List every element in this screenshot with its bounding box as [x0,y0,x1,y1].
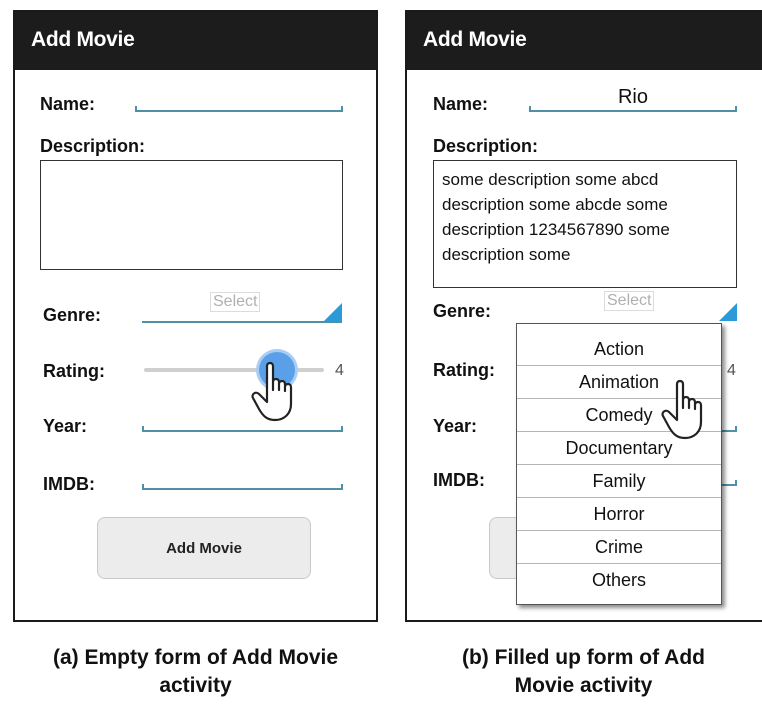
genre-label: Genre: [43,305,102,325]
name-label: Name: [40,94,96,114]
caption-b: (b) Filled up form of Add Movie activity [405,644,762,700]
title-bar: Add Movie [15,12,376,70]
rating-label: Rating: [43,361,105,381]
year-label: Year: [433,416,478,436]
description-line: description 1234567890 some [442,220,670,239]
screen-title: Add Movie [423,28,527,51]
imdb-label: IMDB: [43,474,95,494]
rating-label: Rating: [433,360,495,380]
rating-value: 4 [335,362,344,379]
add-movie-button[interactable]: Add Movie [97,517,311,579]
add-movie-button-label: Add Movie [166,540,242,557]
hand-pointer-icon [661,379,703,440]
description-label: Description: [40,136,146,156]
name-input[interactable] [135,106,343,112]
year-label: Year: [43,416,88,436]
genre-select-placeholder: Select [210,292,261,312]
title-bar: Add Movie [407,12,762,70]
genre-option-action[interactable]: Action [517,333,721,366]
description-line: description some abcde some [442,195,668,214]
genre-label: Genre: [433,301,492,321]
description-value: some description some abcd description s… [442,167,732,267]
caption-b-line1: (b) Filled up form of Add [461,646,705,669]
dropdown-triangle-icon[interactable] [719,303,737,321]
caption-a-line2: activity [159,674,232,697]
description-label: Description: [433,136,539,156]
screen-empty-form: Add Movie Name: Description: Genre: Sele… [13,10,378,622]
description-line: some description some abcd [442,170,659,189]
year-input[interactable] [142,426,343,432]
name-input[interactable] [529,106,737,112]
description-input[interactable]: some description some abcd description s… [433,160,737,288]
rating-value: 4 [727,362,736,379]
description-line: description some [442,245,571,264]
dropdown-triangle-icon[interactable] [324,303,342,321]
imdb-label: IMDB: [433,470,485,490]
genre-select-underline [142,321,342,323]
genre-option-horror[interactable]: Horror [517,498,721,531]
genre-option-others[interactable]: Others [517,564,721,596]
caption-a: (a) Empty form of Add Movie activity [13,644,378,700]
caption-a-line1: (a) Empty form of Add Movie [52,646,339,669]
genre-select-placeholder: Select [604,291,655,311]
hand-pointer-icon [251,361,293,422]
screen-title: Add Movie [31,28,135,51]
genre-option-family[interactable]: Family [517,465,721,498]
name-label: Name: [433,94,489,114]
genre-dropdown-list: Action Animation Comedy Documentary Fami… [516,323,722,605]
imdb-input[interactable] [142,484,343,490]
screen-filled-form: Add Movie Name: Rio Description: some de… [405,10,762,622]
caption-b-line2: Movie activity [514,674,653,697]
description-input[interactable] [40,160,343,270]
genre-option-crime[interactable]: Crime [517,531,721,564]
